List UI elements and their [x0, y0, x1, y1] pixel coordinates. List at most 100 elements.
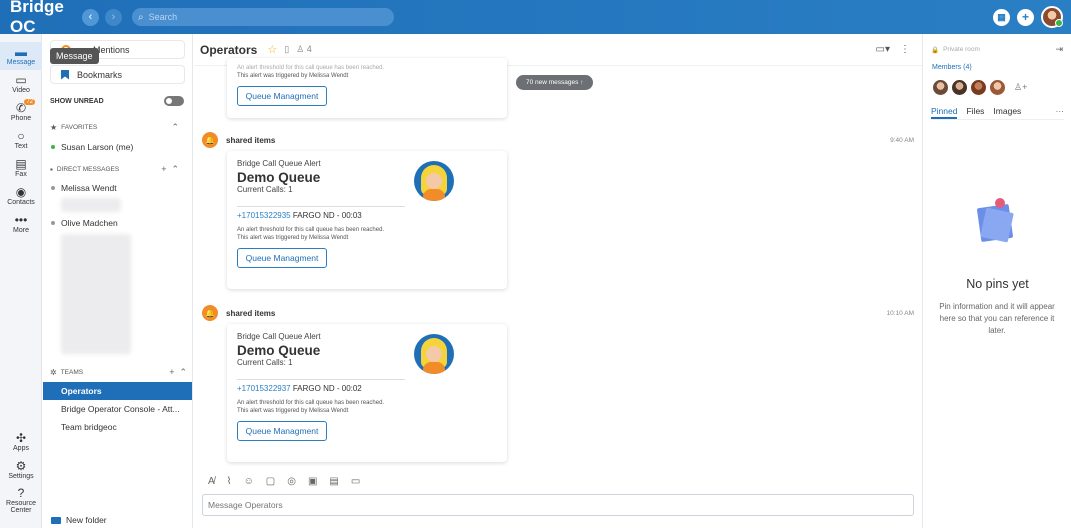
phone-link[interactable]: +17015322937 [237, 384, 291, 393]
member-avatar[interactable] [970, 79, 987, 96]
member-avatar[interactable] [951, 79, 968, 96]
lock-icon: 🔒 [931, 46, 940, 54]
chevron-left-icon: ‹ [88, 11, 93, 23]
bookmark-outline-icon[interactable]: ▯ [284, 44, 289, 55]
search-input[interactable] [148, 12, 369, 22]
team-item[interactable]: Bridge Operator Console - Att... [43, 400, 192, 418]
queue-management-button[interactable]: Queue Managment [237, 86, 327, 106]
format-text-icon[interactable]: A̸ [208, 476, 215, 487]
left-rail: ▬ Message ▭ Video ✆ 72 Phone ○ Text ▤ Fa… [0, 34, 42, 528]
show-unread-row: SHOW UNREAD [50, 96, 184, 106]
dm-label: Olive Madchen [61, 218, 118, 228]
bookmark-icon [61, 69, 69, 80]
show-unread-toggle[interactable] [164, 96, 184, 106]
snippet-icon[interactable]: ▭ [351, 476, 360, 487]
members-icon[interactable]: ♙ 4 [296, 44, 312, 55]
note-icon[interactable]: ▤ [329, 476, 338, 487]
contacts-icon: ◉ [15, 185, 27, 199]
search-icon: ⌕ [138, 11, 144, 23]
message-input[interactable] [202, 494, 914, 516]
task-icon[interactable]: ◎ [287, 476, 296, 487]
apps-grid-button[interactable]: ▦ [993, 8, 1010, 26]
alert-note: An alert threshold for this call queue h… [237, 65, 385, 71]
favorites-header[interactable]: ★ FAVORITES ⌃ [50, 120, 184, 134]
rail-label: Phone [10, 115, 32, 122]
bell-icon: 🔔 [202, 305, 218, 321]
sticker-icon[interactable]: ▢ [266, 476, 275, 487]
message-time: 10:10 AM [886, 309, 914, 317]
chevron-right-icon: › [111, 11, 116, 23]
dm-item[interactable]: Melissa Wendt [43, 179, 192, 197]
more-icon: ••• [14, 213, 28, 227]
rail-fax[interactable]: ▤ Fax [0, 154, 42, 182]
call-location: FARGO ND - 00:02 [290, 384, 362, 393]
dm-item[interactable]: Olive Madchen [43, 214, 192, 232]
rail-resource-center[interactable]: ? Resource Center [0, 484, 42, 516]
add-member-icon[interactable]: ♙+ [1014, 82, 1027, 93]
team-item-operators[interactable]: Operators [43, 382, 192, 400]
member-avatar[interactable] [989, 79, 1006, 96]
bookmarks-button[interactable]: Bookmarks [50, 65, 185, 84]
app-title: Bridge OC [10, 0, 64, 36]
search-bar[interactable]: ⌕ [132, 8, 394, 26]
back-button[interactable]: ‹ [82, 8, 99, 26]
add-collapse-icons[interactable]: +⌃ [161, 164, 184, 175]
rail-video[interactable]: ▭ Video [0, 70, 42, 98]
help-icon: ? [17, 485, 25, 500]
queue-management-button[interactable]: Queue Managment [237, 248, 327, 268]
rail-contacts[interactable]: ◉ Contacts [0, 182, 42, 210]
collapse-icon[interactable]: ⌃ [171, 122, 184, 133]
video-call-icon[interactable]: ▭▾ [876, 44, 890, 55]
apps-icon: ✣ [15, 431, 27, 445]
kebab-menu-icon[interactable]: ⋮ [900, 44, 910, 55]
new-messages-pill[interactable]: 70 new messages ↑ [516, 75, 594, 90]
add-collapse-icons[interactable]: +⌃ [169, 367, 192, 378]
calendar-icon[interactable]: ▣ [308, 476, 317, 487]
message-author: shared items [226, 135, 276, 145]
rail-label: Text [14, 143, 28, 150]
favorite-star-icon[interactable]: ☆ [267, 43, 277, 56]
rail-label-2: Center [10, 506, 32, 514]
presence-icon [51, 221, 55, 225]
new-messages-label: 70 new messages [526, 79, 579, 86]
tabs-more-icon[interactable]: ··· [1056, 106, 1065, 119]
grid-icon: ▦ [997, 11, 1006, 22]
rail-settings[interactable]: ⚙ Settings [0, 456, 42, 484]
rail-label: Video [12, 87, 30, 94]
presence-icon [51, 186, 55, 190]
message-tooltip: Message [50, 48, 99, 64]
current-calls: Current Calls: 1 [237, 358, 293, 367]
queue-management-button[interactable]: Queue Managment [237, 421, 327, 441]
teams-label: TEAMS [60, 368, 84, 376]
new-folder-button[interactable]: New folder [51, 515, 107, 525]
alert-note: An alert threshold for this call queue h… [237, 227, 385, 233]
dm-label: Melissa Wendt [61, 183, 117, 193]
member-count: 4 [306, 44, 312, 54]
tab-pinned[interactable]: Pinned [931, 106, 958, 119]
tab-images[interactable]: Images [993, 106, 1021, 119]
user-avatar[interactable] [1041, 6, 1063, 28]
collapse-panel-icon[interactable]: ⇥ [1055, 44, 1063, 55]
attach-icon[interactable]: ⌇ [227, 476, 232, 487]
redacted-item [61, 198, 121, 212]
emoji-icon[interactable]: ☺ [244, 476, 254, 487]
forward-button[interactable]: › [105, 8, 122, 26]
phone-link[interactable]: +17015322935 [237, 211, 291, 220]
card-subtitle: Bridge Call Queue Alert [237, 159, 321, 168]
rail-apps[interactable]: ✣ Apps [0, 428, 42, 456]
tab-files[interactable]: Files [966, 106, 984, 119]
add-button[interactable]: + [1017, 8, 1034, 26]
rail-text[interactable]: ○ Text [0, 126, 42, 154]
favorite-item[interactable]: Susan Larson (me) [43, 138, 192, 156]
teams-header[interactable]: ✲ TEAMS +⌃ [50, 365, 192, 379]
redacted-list [61, 234, 131, 354]
rail-more[interactable]: ••• More [0, 210, 42, 238]
direct-messages-header[interactable]: ▪ DIRECT MESSAGES +⌃ [50, 162, 184, 176]
rail-message[interactable]: ▬ Message [0, 42, 42, 70]
members-label[interactable]: Members (4) [932, 64, 1071, 71]
member-avatar[interactable] [932, 79, 949, 96]
rail-phone[interactable]: ✆ 72 Phone [0, 98, 42, 126]
team-item[interactable]: Team bridgeoc [43, 418, 192, 436]
alert-note: An alert threshold for this call queue h… [237, 400, 385, 406]
favorites-label: FAVORITES [61, 123, 98, 131]
